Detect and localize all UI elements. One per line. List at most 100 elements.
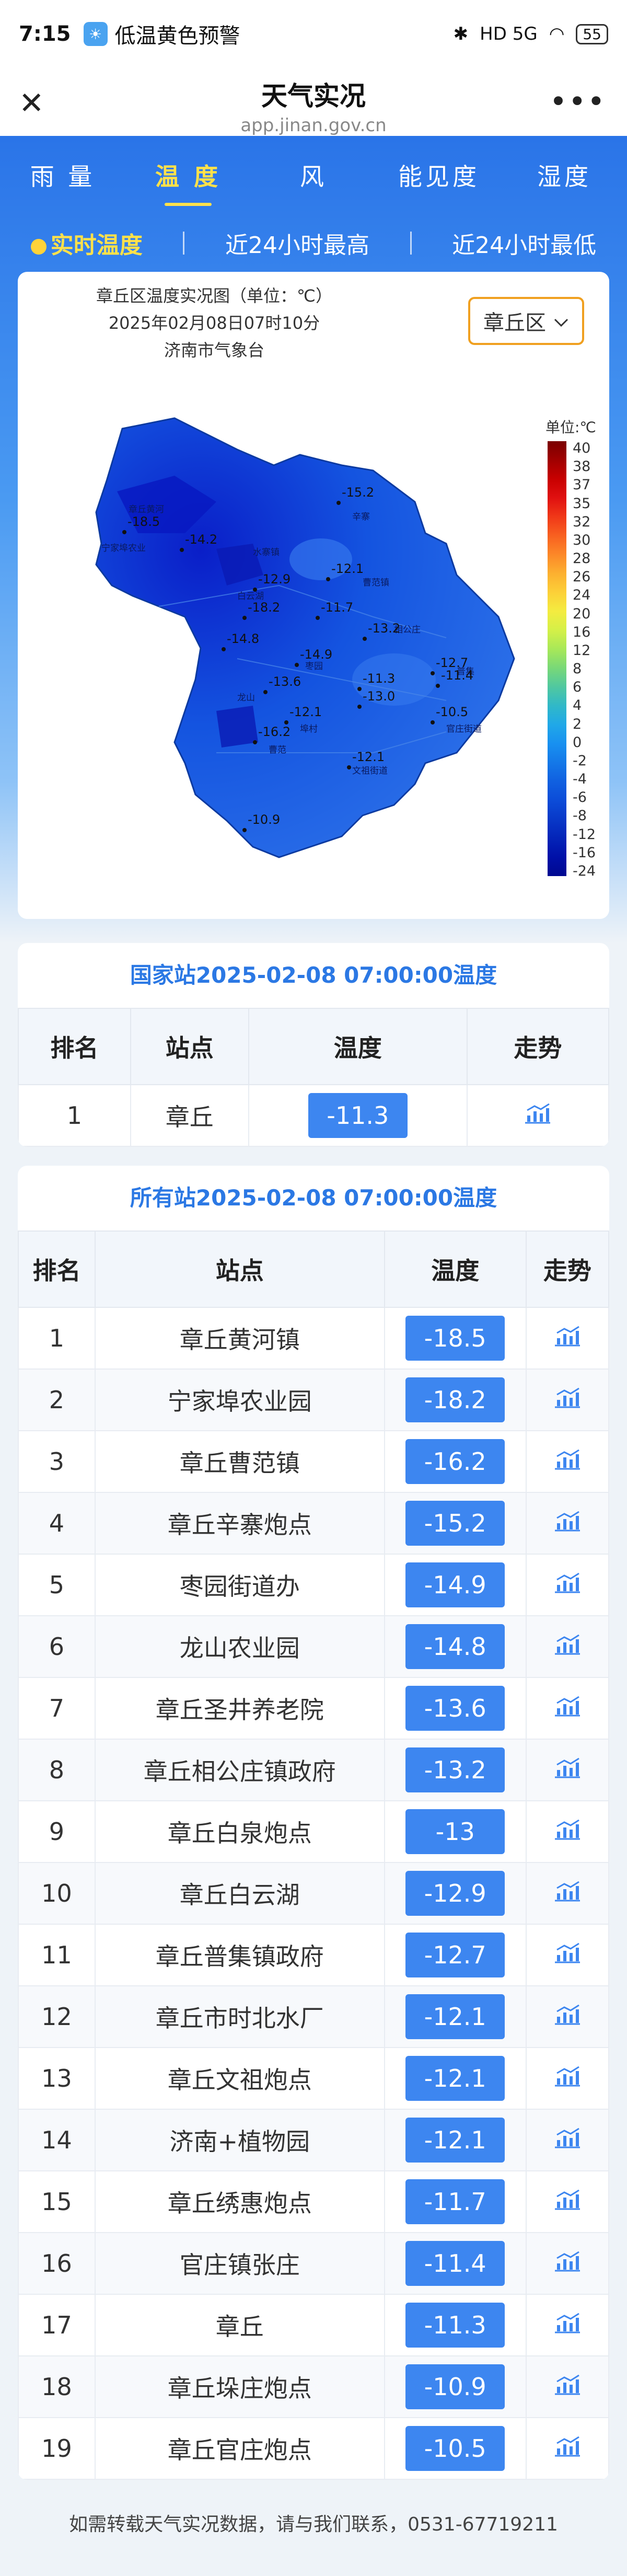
temp-badge: -11.7 [405, 2179, 505, 2224]
temp-cell: -13.6 [384, 1677, 527, 1740]
trend-cell [525, 1430, 609, 1493]
map-place-name: 章丘黄河 [129, 504, 164, 515]
subtab-24h-max[interactable]: 近24小时最高 [225, 226, 369, 260]
trend-chart-icon[interactable] [553, 2188, 582, 2217]
station-cell: 龙山农业园 [94, 1615, 385, 1678]
station-dot [263, 690, 268, 694]
legend-color-bar [548, 441, 566, 876]
temp-cell: -12.1 [384, 1985, 527, 2048]
legend-label: 30 [573, 532, 591, 548]
legend-label: -24 [573, 862, 596, 879]
map-temp-label: -14.2 [185, 532, 217, 547]
trend-chart-icon[interactable] [553, 2003, 582, 2032]
trend-chart-icon[interactable] [553, 2373, 582, 2402]
trend-cell [525, 2417, 609, 2480]
chevron-down-icon [553, 309, 569, 333]
map-place-name: 龙山 [237, 693, 255, 703]
table-row: 18 章丘垛庄炮点 -10.9 [18, 2355, 609, 2418]
station-dot [326, 577, 330, 581]
trend-chart-icon[interactable] [553, 1941, 582, 1970]
trend-chart-icon[interactable] [553, 1633, 582, 1662]
map-place-name: 枣园 [305, 661, 323, 672]
temp-cell: -14.8 [384, 1615, 527, 1678]
tab-visibility[interactable]: 能见度 [376, 158, 502, 192]
trend-chart-icon[interactable] [523, 1102, 552, 1131]
trend-chart-icon[interactable] [553, 2435, 582, 2464]
trend-cell [525, 2294, 609, 2356]
national-station-card: 国家站2025-02-08 07:00:00温度 排名 站点 温度 走势 1 章丘… [18, 943, 609, 1147]
station-dot [222, 647, 226, 651]
col-temp: 温度 [248, 1008, 468, 1085]
temp-cell: -11.4 [384, 2232, 527, 2295]
close-icon[interactable]: ✕ [19, 88, 44, 118]
trend-chart-icon[interactable] [553, 2126, 582, 2155]
station-dot [284, 720, 288, 724]
trend-chart-icon[interactable] [553, 1571, 582, 1600]
table-row: 8 章丘相公庄镇政府 -13.2 [18, 1739, 609, 1801]
trend-cell [525, 1739, 609, 1801]
trend-chart-icon[interactable] [553, 1818, 582, 1847]
col-station: 站点 [94, 1230, 385, 1308]
station-dot [431, 720, 435, 724]
map-temp-label: -18.5 [127, 514, 160, 529]
map-temp-label: -10.9 [248, 812, 280, 827]
tab-wind[interactable]: 风 [251, 158, 376, 192]
station-dot [357, 687, 362, 691]
legend-label: -16 [573, 844, 596, 861]
map-temp-label: -11.4 [441, 668, 473, 683]
station-cell: 章丘白云湖 [94, 1862, 385, 1925]
subtab-24h-min[interactable]: 近24小时最低 [452, 226, 596, 260]
status-icons: ✱ HD 5G ◠ 55 [454, 24, 608, 44]
trend-chart-icon[interactable] [553, 1386, 582, 1415]
all-stations-card: 所有站2025-02-08 07:00:00温度 排名 站点 温度 走势 1 章丘… [18, 1166, 609, 2480]
station-dot [242, 828, 247, 832]
station-dot [363, 637, 367, 641]
map-temp-label: -10.5 [436, 705, 468, 719]
trend-chart-icon[interactable] [553, 1880, 582, 1908]
rank-cell: 5 [18, 1554, 96, 1616]
legend-label: -2 [573, 752, 587, 769]
table-row: 1 章丘黄河镇 -18.5 [18, 1307, 609, 1370]
trend-chart-icon[interactable] [553, 1448, 582, 1477]
tab-rainfall[interactable]: 雨 量 [0, 158, 125, 192]
legend-label: 32 [573, 513, 591, 530]
trend-chart-icon[interactable] [553, 2065, 582, 2094]
temperature-map[interactable]: 章丘黄河宁家埠农业辛寨水寨镇曹范镇白云湖相公庄普集枣园龙山埠村 官庄街道文祖街道曹… [80, 387, 540, 910]
subtab-realtime[interactable]: 实时温度 [30, 226, 143, 260]
legend-label: 26 [573, 569, 591, 585]
trend-chart-icon[interactable] [553, 2250, 582, 2279]
district-select[interactable]: 章丘区 [468, 297, 584, 345]
legend-label: 4 [573, 697, 582, 714]
col-rank: 排名 [18, 1230, 96, 1308]
legend-label: 20 [573, 605, 591, 622]
tab-humidity[interactable]: 湿度 [502, 158, 627, 192]
rank-cell: 3 [18, 1430, 96, 1493]
map-place-name: 曹范镇 [363, 578, 389, 588]
map-temp-label: -18.2 [248, 600, 280, 615]
map-place-name: 宁家埠农业 [101, 543, 146, 554]
trend-cell [525, 1615, 609, 1678]
header-area: 雨 量 温 度 风 能见度 湿度 实时温度 近24小时最高 近24小时最低 章丘… [0, 136, 627, 943]
trend-chart-icon[interactable] [553, 1325, 582, 1353]
map-temp-label: -13.6 [269, 674, 301, 689]
station-dot [316, 616, 320, 620]
temp-badge: -14.9 [405, 1562, 505, 1607]
trend-chart-icon[interactable] [553, 2312, 582, 2340]
rank-cell: 17 [18, 2294, 96, 2356]
trend-cell [525, 1492, 609, 1555]
trend-chart-icon[interactable] [553, 1510, 582, 1538]
bluetooth-icon: ✱ [453, 24, 469, 44]
trend-cell [525, 2109, 609, 2171]
temp-cell: -11.7 [384, 2170, 527, 2233]
temp-badge: -12.7 [405, 1933, 505, 1977]
trend-cell [525, 2047, 609, 2110]
more-menu-icon[interactable]: ••• [549, 84, 606, 119]
station-dot [295, 663, 299, 667]
map-temp-label: -12.1 [331, 561, 364, 576]
trend-chart-icon[interactable] [553, 1695, 582, 1723]
status-time: 7:15 [19, 22, 71, 46]
trend-chart-icon[interactable] [553, 1756, 582, 1785]
map-temp-label: -15.2 [342, 485, 374, 500]
footer-contact: 如需转载天气实况数据，请与我们联系，0531-67719211 [69, 2514, 558, 2535]
tab-temperature[interactable]: 温 度 [125, 158, 251, 206]
